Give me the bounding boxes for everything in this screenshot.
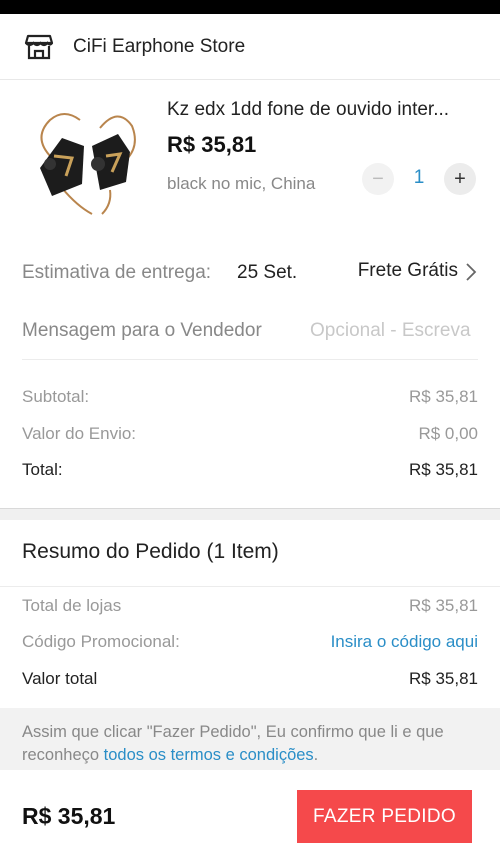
subtotal-value: R$ 35,81 — [409, 387, 478, 406]
total-label: Total: — [22, 460, 63, 479]
checkout-footer: R$ 35,81 FAZER PEDIDO — [0, 770, 500, 863]
quantity-value: 1 — [413, 167, 425, 188]
total-value: R$ 35,81 — [409, 460, 478, 479]
stores-total-value: R$ 35,81 — [409, 596, 478, 615]
delivery-label: Estimativa de entrega: — [22, 262, 212, 283]
delivery-date: 25 Set. — [237, 262, 298, 283]
promo-code-row: Código Promocional: Insira o código aqui — [22, 632, 478, 656]
product-image[interactable] — [22, 98, 147, 216]
shipping-cost-label: Valor do Envio: — [22, 424, 137, 443]
product-variant[interactable]: black no mic, China — [167, 174, 315, 194]
total-row: Total: R$ 35,81 — [22, 460, 478, 484]
shipping-cost-value: R$ 0,00 — [418, 424, 478, 443]
promo-code-link[interactable]: Insira o código aqui — [331, 632, 478, 652]
section-divider — [0, 508, 500, 520]
promo-code-label: Código Promocional: — [22, 632, 180, 651]
store-icon — [24, 32, 54, 62]
grand-total-row: Valor total R$ 35,81 — [22, 669, 478, 693]
delivery-row[interactable]: Estimativa de entrega: 25 Set. Frete Grá… — [22, 256, 478, 290]
quantity-decrease-button[interactable]: − — [362, 163, 394, 195]
subtotal-label: Subtotal: — [22, 387, 90, 406]
subtotal-row: Subtotal: R$ 35,81 — [22, 387, 478, 411]
place-order-button[interactable]: FAZER PEDIDO — [297, 790, 472, 843]
cart-item: Kz edx 1dd fone de ouvido inter... R$ 35… — [0, 80, 500, 240]
shipping-cost-row: Valor do Envio: R$ 0,00 — [22, 424, 478, 448]
store-header[interactable]: CiFi Earphone Store — [0, 14, 500, 80]
seller-message-label: Mensagem para o Vendedor — [22, 320, 262, 341]
product-price: R$ 35,81 — [167, 132, 257, 157]
shipping-option[interactable]: Frete Grátis — [358, 260, 458, 282]
grand-total-label: Valor total — [22, 669, 98, 688]
product-title[interactable]: Kz edx 1dd fone de ouvido inter... — [167, 99, 487, 121]
footer-total-price: R$ 35,81 — [22, 803, 116, 829]
seller-message-row: Mensagem para o Vendedor — [22, 310, 478, 360]
chevron-right-icon[interactable] — [464, 262, 478, 282]
grand-total-value: R$ 35,81 — [409, 669, 478, 688]
quantity-increase-button[interactable]: + — [444, 163, 476, 195]
store-name[interactable]: CiFi Earphone Store — [73, 36, 245, 58]
status-bar — [0, 0, 500, 14]
terms-notice: Assim que clicar "Fazer Pedido", Eu conf… — [0, 708, 500, 770]
terms-link[interactable]: todos os termos e condições — [104, 746, 314, 764]
stores-total-row: Total de lojas R$ 35,81 — [22, 596, 478, 620]
order-summary-title: Resumo do Pedido (1 Item) — [22, 540, 279, 563]
seller-message-input[interactable] — [310, 316, 478, 346]
stores-total-label: Total de lojas — [22, 596, 122, 615]
divider — [0, 586, 500, 587]
terms-text-end: . — [313, 746, 319, 764]
